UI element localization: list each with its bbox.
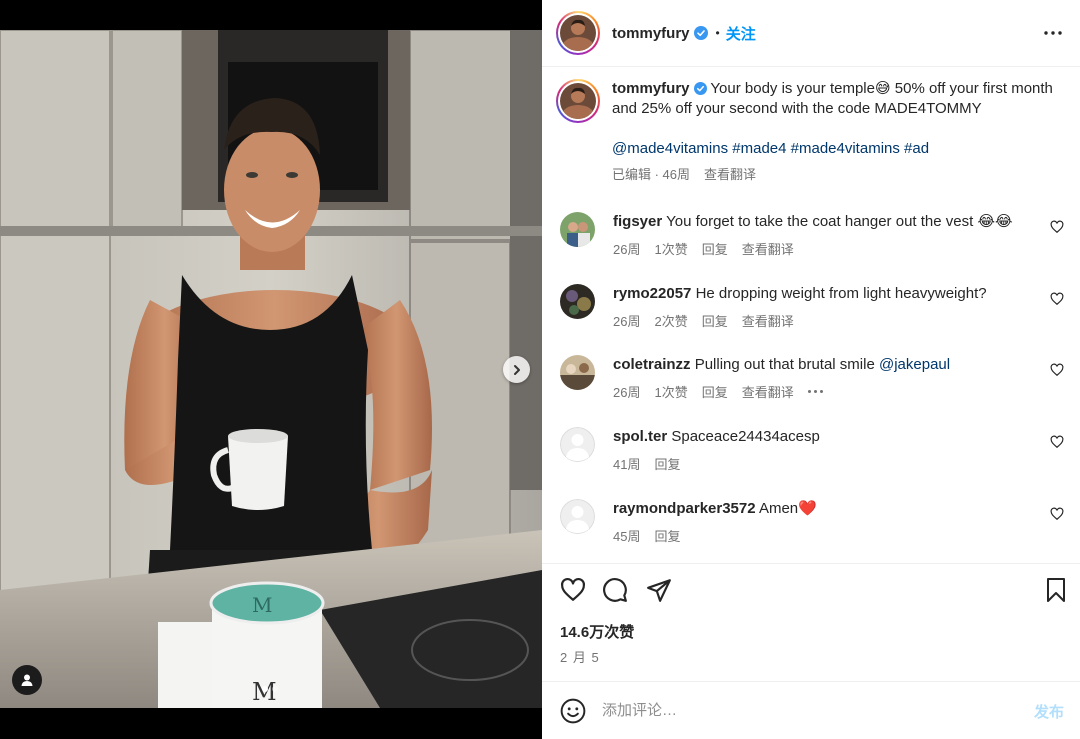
comment-likes[interactable]: 1次赞	[654, 382, 687, 401]
bookmark-icon[interactable]	[1044, 577, 1068, 603]
comment-time: 45周	[613, 529, 641, 544]
comment-username[interactable]: rymo22057	[613, 285, 691, 302]
comment-time: 26周	[613, 314, 641, 329]
comment-username[interactable]: figsyer	[613, 213, 662, 230]
emoji-icon[interactable]	[560, 698, 586, 724]
post-photo: M M	[0, 30, 542, 708]
comment-more-icon[interactable]	[807, 387, 823, 397]
comment-item: rymo22057 He dropping weight from light …	[560, 284, 1072, 330]
reply-button[interactable]: 回复	[702, 239, 728, 258]
comment-time: 26周	[613, 385, 641, 400]
person-tag-icon	[21, 674, 33, 686]
chevron-right-icon	[513, 364, 520, 375]
comment-likes[interactable]: 2次赞	[654, 311, 687, 330]
commenter-avatar[interactable]	[560, 355, 595, 390]
verified-icon	[693, 26, 708, 40]
commenter-avatar[interactable]	[560, 212, 595, 247]
instagram-post: M M tommyfury • 关注 tommyfury Your body i…	[0, 0, 1080, 739]
comment-item: figsyer You forget to take the coat hang…	[560, 212, 1072, 258]
comment-composer: 发布	[542, 682, 1080, 739]
comment-time: 26周	[613, 242, 641, 257]
caption-avatar-image	[560, 83, 596, 119]
comment-heart-icon[interactable]	[1050, 363, 1064, 377]
comment-text: He dropping weight from light heavyweigh…	[695, 285, 987, 302]
reply-button[interactable]: 回复	[702, 311, 728, 330]
default-avatar-icon[interactable]	[560, 499, 595, 534]
author-avatar[interactable]	[556, 11, 600, 55]
post-caption: tommyfury Your body is your temple😅 50% …	[556, 79, 1066, 185]
post-actions-bar	[560, 577, 1068, 605]
edited-timestamp: 已编辑 · 46周	[612, 167, 691, 182]
post-comment-button[interactable]: 发布	[1034, 701, 1064, 722]
reply-button[interactable]: 回复	[702, 382, 728, 401]
comment-heart-icon[interactable]	[1050, 507, 1064, 521]
translate-link[interactable]: 查看翻译	[742, 382, 794, 401]
reply-button[interactable]: 回复	[654, 526, 680, 545]
comment-heart-icon[interactable]	[1050, 435, 1064, 449]
caption-author-avatar[interactable]	[556, 79, 600, 123]
verified-icon	[693, 82, 707, 95]
comment-time: 41周	[613, 457, 641, 472]
comment-icon[interactable]	[602, 577, 628, 603]
comment-text: Spaceace24434acesp	[671, 428, 820, 445]
comment-mention[interactable]: @jakepaul	[879, 356, 950, 373]
comment-username[interactable]: raymondparker3572	[613, 500, 756, 517]
comment-text: Pulling out that brutal smile	[694, 356, 875, 373]
comment-heart-icon[interactable]	[1050, 292, 1064, 306]
comment-text: Amen❤️	[758, 500, 817, 517]
follow-button[interactable]: 关注	[726, 23, 756, 44]
caption-translate-link[interactable]: 查看翻译	[704, 165, 756, 185]
heart-icon[interactable]	[560, 577, 586, 603]
comment-heart-icon[interactable]	[1050, 220, 1064, 234]
post-header: tommyfury • 关注	[542, 0, 1080, 67]
translate-link[interactable]: 查看翻译	[742, 311, 794, 330]
author-avatar-image	[560, 15, 596, 51]
reply-button[interactable]: 回复	[654, 454, 680, 473]
comment-username[interactable]: spol.ter	[613, 428, 667, 445]
author-username[interactable]: tommyfury	[612, 25, 690, 42]
svg-text:M: M	[252, 678, 277, 706]
caption-username[interactable]: tommyfury	[612, 80, 690, 97]
next-slide-button[interactable]	[503, 356, 530, 383]
like-count[interactable]: 14.6万次赞	[560, 621, 634, 642]
actions-divider	[542, 563, 1080, 564]
post-date: 2 月 5	[560, 650, 600, 665]
caption-hashtags[interactable]: @made4vitamins #made4 #made4vitamins #ad	[612, 139, 1058, 159]
comment-item: spol.ter Spaceace24434acesp 41周 回复	[560, 427, 1072, 473]
translate-link[interactable]: 查看翻译	[742, 239, 794, 258]
separator-dot: •	[715, 26, 720, 40]
comment-username[interactable]: coletrainzz	[613, 356, 691, 373]
default-avatar-icon[interactable]	[560, 427, 595, 462]
comment-item: raymondparker3572 Amen❤️ 45周 回复	[560, 499, 1072, 545]
carousel-indicator	[262, 686, 278, 692]
post-side-panel: tommyfury • 关注 tommyfury Your body is yo…	[542, 0, 1080, 739]
carousel-dot-2	[272, 686, 278, 692]
post-media: M M	[0, 0, 542, 739]
comment-likes[interactable]: 1次赞	[654, 239, 687, 258]
share-icon[interactable]	[646, 577, 672, 603]
carousel-dot-1	[262, 686, 268, 692]
svg-text:M: M	[252, 593, 272, 617]
comment-text: You forget to take the coat hanger out t…	[666, 213, 1013, 230]
caption-meta: 已编辑 · 46周 查看翻译	[612, 165, 1058, 185]
caption-body: tommyfury Your body is your temple😅 50% …	[612, 79, 1058, 119]
comment-input[interactable]	[602, 702, 1022, 719]
more-options-icon[interactable]	[1044, 22, 1062, 44]
commenter-avatar[interactable]	[560, 284, 595, 319]
comment-item: coletrainzz Pulling out that brutal smil…	[560, 355, 1072, 401]
tagged-people-button[interactable]	[12, 665, 42, 695]
